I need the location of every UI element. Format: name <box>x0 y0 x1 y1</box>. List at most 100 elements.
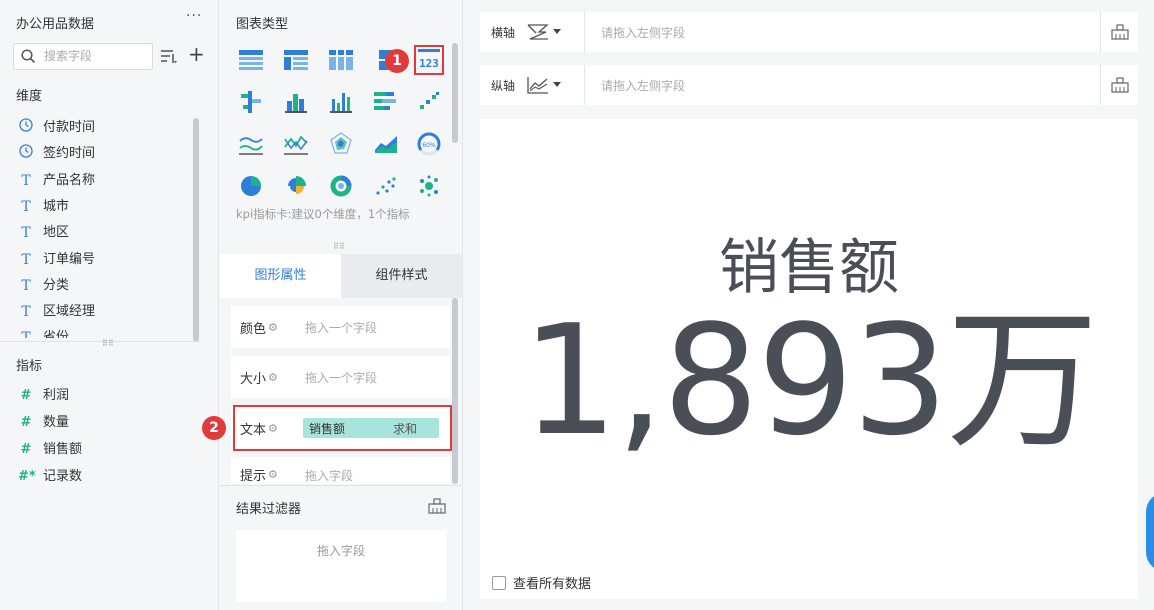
field-name: 利润 <box>43 388 70 403</box>
text-type-icon: T <box>21 172 31 189</box>
x-axis-label: 横轴 <box>491 25 516 40</box>
kpi-value: 1,893万 <box>521 292 1098 469</box>
dimension-field[interactable]: T 城市 <box>18 197 69 217</box>
search-input[interactable]: 搜索字段 <box>13 43 153 70</box>
grouped-column-icon[interactable] <box>326 87 356 117</box>
measure-field[interactable]: #* 记录数 <box>18 467 82 487</box>
svg-text:60%: 60% <box>422 142 436 149</box>
clear-icon <box>1110 77 1129 93</box>
measure-field[interactable]: # 利润 <box>18 386 69 406</box>
property-tabs: 图形属性 组件样式 <box>220 254 463 298</box>
property-scrollbar[interactable] <box>452 298 458 484</box>
tooltip-property[interactable]: 提示 ⚙ 拖入字段 <box>231 457 450 484</box>
x-axis-shelf[interactable]: 横轴 请拖入左侧字段 <box>480 12 1138 52</box>
show-all-label: 查看所有数据 <box>513 577 592 592</box>
text-type-icon: T <box>21 304 31 321</box>
field-name: 地区 <box>43 225 70 241</box>
line-chart-icon[interactable] <box>236 129 266 159</box>
field-name: 城市 <box>43 198 70 214</box>
rose-chart-icon[interactable] <box>281 171 311 201</box>
clock-icon <box>18 144 34 165</box>
gear-icon[interactable]: ⚙ <box>268 321 278 334</box>
gear-icon[interactable]: ⚙ <box>268 371 278 384</box>
clear-icon <box>1110 24 1129 40</box>
show-all-checkbox[interactable] <box>492 575 506 590</box>
number-type-icon: # <box>20 415 32 430</box>
cross-table-icon[interactable] <box>326 45 356 75</box>
radar-chart-icon[interactable] <box>326 129 356 159</box>
text-type-icon: T <box>21 225 31 242</box>
dataset-title: 办公用品数据 <box>16 17 95 32</box>
clear-y-axis-button[interactable] <box>1100 65 1138 105</box>
scatter-chart-icon[interactable] <box>371 171 401 201</box>
resize-handle[interactable]: ⠿⠿ <box>333 242 345 251</box>
field-name: 记录数 <box>43 469 83 484</box>
y-axis-label: 纵轴 <box>491 78 516 93</box>
color-property[interactable]: 颜色 ⚙ 拖入一个字段 <box>231 306 450 348</box>
size-drop-placeholder: 拖入一个字段 <box>305 370 378 385</box>
size-label: 大小 <box>240 371 267 387</box>
dimension-field[interactable]: T 区域经理 <box>18 302 95 322</box>
dimension-field[interactable]: T 地区 <box>18 223 69 243</box>
measures-label: 指标 <box>16 359 43 374</box>
dimension-field[interactable]: 签约时间 <box>18 144 95 164</box>
y-axis-type-selector[interactable] <box>526 75 584 95</box>
dimension-field[interactable]: T 分类 <box>18 276 69 296</box>
text-type-icon: T <box>21 330 31 339</box>
text-type-icon: T <box>21 251 31 268</box>
clear-x-axis-button[interactable] <box>1100 12 1138 52</box>
search-icon <box>21 49 36 64</box>
size-property[interactable]: 大小 ⚙ 拖入一个字段 <box>231 356 450 398</box>
waterfall-chart-icon[interactable] <box>414 87 444 117</box>
dimension-field[interactable]: T 订单编号 <box>18 250 95 270</box>
axis-line-chart-icon <box>527 77 548 94</box>
bar-stacked-icon[interactable] <box>236 87 266 117</box>
measure-field[interactable]: # 销售额 <box>18 440 82 460</box>
more-options-icon[interactable]: ··· <box>186 8 202 24</box>
pie-chart-icon[interactable] <box>236 171 266 201</box>
divider <box>0 341 200 342</box>
tab-component-style[interactable]: 组件样式 <box>341 254 462 298</box>
filter-drop-zone[interactable]: 拖入字段 <box>236 530 446 602</box>
bubble-chart-icon[interactable] <box>414 171 444 201</box>
floating-help-button[interactable] <box>1146 492 1154 572</box>
clear-icon[interactable] <box>428 498 446 514</box>
field-name: 分类 <box>43 277 70 293</box>
dimension-field[interactable]: 付款时间 <box>18 117 95 138</box>
measure-field[interactable]: # 数量 <box>18 413 69 433</box>
column-chart-icon[interactable] <box>281 87 311 117</box>
show-all-data-toggle[interactable]: 查看所有数据 <box>492 573 591 592</box>
text-type-icon: T <box>21 198 31 215</box>
table-chart-icon[interactable] <box>236 45 266 75</box>
dimension-field[interactable]: T 省份 <box>18 328 69 338</box>
highlight-box <box>233 405 452 451</box>
gear-icon[interactable]: ⚙ <box>268 468 278 481</box>
x-axis-drop-placeholder: 请拖入左侧字段 <box>601 25 686 40</box>
field-panel: 办公用品数据 ··· 搜索字段 + 维度 付款时间 签约时间 T 产品名称 T 城市 T 地区… <box>0 0 219 610</box>
polyline-chart-icon[interactable] <box>281 129 311 159</box>
dimension-field[interactable]: T 产品名称 <box>18 171 95 191</box>
chart-type-scrollbar[interactable] <box>452 43 458 143</box>
kpi-icon-text: 123 <box>419 57 439 70</box>
chart-canvas: 销售额 1,893万 查看所有数据 <box>480 119 1138 599</box>
tab-shape-properties[interactable]: 图形属性 <box>220 254 341 298</box>
color-label: 颜色 <box>240 321 267 337</box>
add-field-icon[interactable]: + <box>188 44 205 64</box>
text-type-icon: T <box>21 277 31 294</box>
field-name: 签约时间 <box>43 146 96 162</box>
field-name: 数量 <box>43 415 70 430</box>
group-table-icon[interactable] <box>281 45 311 75</box>
y-axis-drop-placeholder: 请拖入左侧字段 <box>601 78 686 93</box>
kpi-card-icon[interactable]: 123 <box>414 45 444 75</box>
area-chart-icon[interactable] <box>371 129 401 159</box>
horizontal-bar-icon[interactable] <box>371 87 401 117</box>
resize-handle[interactable]: ⠿⠿ <box>102 339 114 348</box>
annotation-badge-1: 1 <box>385 49 409 73</box>
field-name: 产品名称 <box>43 172 96 188</box>
donut-chart-icon[interactable] <box>326 171 356 201</box>
field-scrollbar[interactable] <box>193 118 199 342</box>
y-axis-shelf[interactable]: 纵轴 请拖入左侧字段 <box>480 65 1138 105</box>
gauge-chart-icon[interactable]: 60% <box>414 129 444 159</box>
x-axis-type-selector[interactable] <box>526 22 584 42</box>
sort-fields-icon[interactable] <box>160 48 180 66</box>
